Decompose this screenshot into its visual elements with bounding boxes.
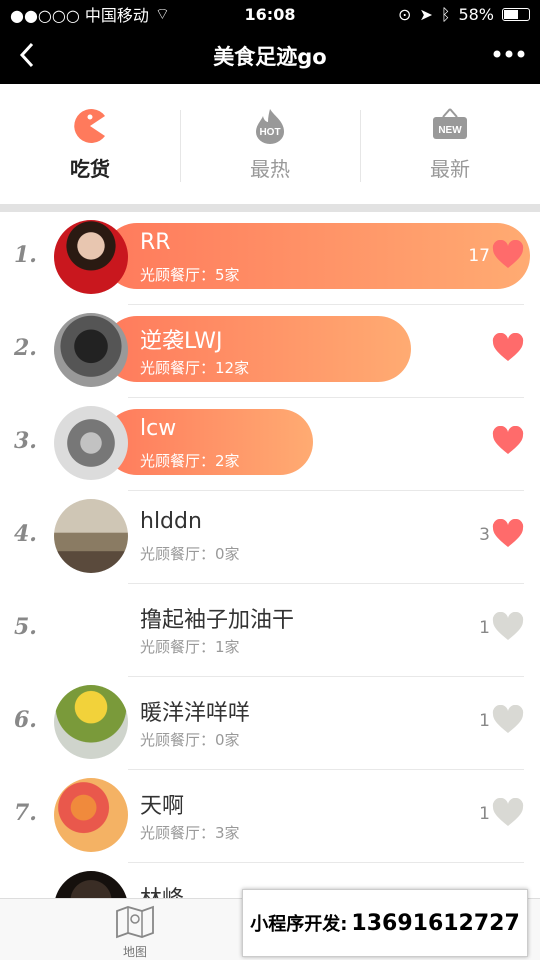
heart-icon[interactable] xyxy=(492,519,524,549)
heart-icon[interactable] xyxy=(492,705,524,735)
heart-icon[interactable] xyxy=(492,333,524,363)
tab-bar: 吃货 HOT 最热 NEW 最新 xyxy=(0,84,540,204)
chevron-left-icon xyxy=(19,42,34,68)
status-time: 16:08 xyxy=(244,4,296,24)
list-item[interactable]: 6. 暖洋洋咩咩光顾餐厅：0家 1 xyxy=(0,677,540,770)
rank-number: 7. xyxy=(14,800,37,826)
ranking-list: 1. RR 光顾餐厅：5家 17 2. 逆袭LWJ 光顾餐厅：12家 9 3. lcw 光顾餐厅：2… xyxy=(0,212,540,898)
like-count: 3 xyxy=(479,525,490,545)
more-dots-icon xyxy=(493,50,525,58)
user-name: RR xyxy=(140,230,171,255)
visited-restaurants: 光顾餐厅：1家 xyxy=(140,638,240,656)
user-name: hlddn xyxy=(140,509,202,534)
heart-icon[interactable] xyxy=(492,798,524,828)
hot-icon: HOT xyxy=(256,108,284,144)
rank-number: 1. xyxy=(14,242,37,268)
heart-icon[interactable] xyxy=(492,612,524,642)
like-count: 1 xyxy=(479,618,490,638)
user-name: 撸起袖子加油干 xyxy=(140,608,295,633)
user-name: lcw xyxy=(140,416,177,441)
visited-restaurants: 光顾餐厅：5家 xyxy=(140,266,240,284)
avatar[interactable] xyxy=(54,220,128,294)
map-icon xyxy=(116,905,154,939)
user-name: 天啊 xyxy=(140,794,185,819)
ad-overlay: 小程序开发: 13691612727 xyxy=(242,889,528,957)
tab-label-chihuo: 吃货 xyxy=(70,156,110,181)
back-button[interactable] xyxy=(16,40,40,70)
rank-number: 6. xyxy=(14,707,37,733)
new-icon: NEW xyxy=(433,107,467,139)
visited-restaurants: 光顾餐厅：0家 xyxy=(140,545,240,563)
like-count: 17 xyxy=(468,246,490,266)
tab-chihuo[interactable]: 吃货 xyxy=(0,84,180,204)
ad-label: 小程序开发: xyxy=(250,914,348,935)
user-name: 逆袭LWJ xyxy=(140,329,223,354)
list-item[interactable]: 4. hlddn 光顾餐厅：0家 3 xyxy=(0,491,540,584)
like-count: 1 xyxy=(479,711,490,731)
tab-newest[interactable]: NEW 最新 xyxy=(360,84,540,204)
list-item[interactable]: 3. lcw 光顾餐厅：2家 5 xyxy=(0,398,540,491)
like-count: 5 xyxy=(479,432,490,452)
avatar[interactable] xyxy=(54,592,128,666)
user-name: 林峰 xyxy=(140,881,184,898)
avatar[interactable] xyxy=(54,871,128,898)
visited-restaurants: 光顾餐厅：12家 xyxy=(140,359,250,377)
pacman-icon xyxy=(74,108,105,143)
visited-restaurants: 光顾餐厅：3家 xyxy=(140,824,240,842)
rank-number: 2. xyxy=(14,335,37,361)
bottom-tab-map[interactable]: 地图 xyxy=(110,905,160,960)
tab-hottest[interactable]: HOT 最热 xyxy=(180,84,360,204)
section-divider xyxy=(0,204,540,212)
user-name: 暖洋洋咩咩 xyxy=(140,701,251,726)
avatar[interactable] xyxy=(54,499,128,573)
heart-icon[interactable] xyxy=(492,240,524,270)
list-item[interactable]: 5. 撸起袖子加油干光顾餐厅：1家 1 xyxy=(0,584,540,677)
like-count: 9 xyxy=(479,339,490,359)
rank-number: 3. xyxy=(14,428,37,454)
tab-label-hottest: 最热 xyxy=(250,156,290,181)
svg-text:HOT: HOT xyxy=(259,127,280,138)
svg-text:NEW: NEW xyxy=(438,125,462,136)
visited-restaurants: 光顾餐厅：2家 xyxy=(140,452,240,470)
avatar[interactable] xyxy=(54,313,128,387)
rank-number: 4. xyxy=(14,521,37,547)
list-item[interactable]: 1. RR 光顾餐厅：5家 17 xyxy=(0,212,540,305)
avatar[interactable] xyxy=(54,685,128,759)
avatar[interactable] xyxy=(54,406,128,480)
more-button[interactable] xyxy=(492,40,526,73)
visited-restaurants: 光顾餐厅：0家 xyxy=(140,731,240,749)
like-count: 1 xyxy=(479,804,490,824)
rank-number: 5. xyxy=(14,614,37,640)
avatar[interactable] xyxy=(54,778,128,852)
list-item[interactable]: 7. 天啊光顾餐厅：3家 1 xyxy=(0,770,540,863)
list-item[interactable]: 2. 逆袭LWJ 光顾餐厅：12家 9 xyxy=(0,305,540,398)
battery-icon xyxy=(502,7,530,21)
page-title: 美食足迹go xyxy=(213,45,327,69)
status-bar: ●●○○○ 中国移动 ⌔ 16:08 ⊙ ➤ ᛒ 58% xyxy=(0,0,540,28)
ad-phone: 13691612727 xyxy=(351,910,520,936)
nav-bar: 美食足迹go xyxy=(0,28,540,84)
bottom-tab-map-label: 地图 xyxy=(122,945,147,959)
tab-label-newest: 最新 xyxy=(430,156,470,181)
heart-icon[interactable] xyxy=(492,426,524,456)
